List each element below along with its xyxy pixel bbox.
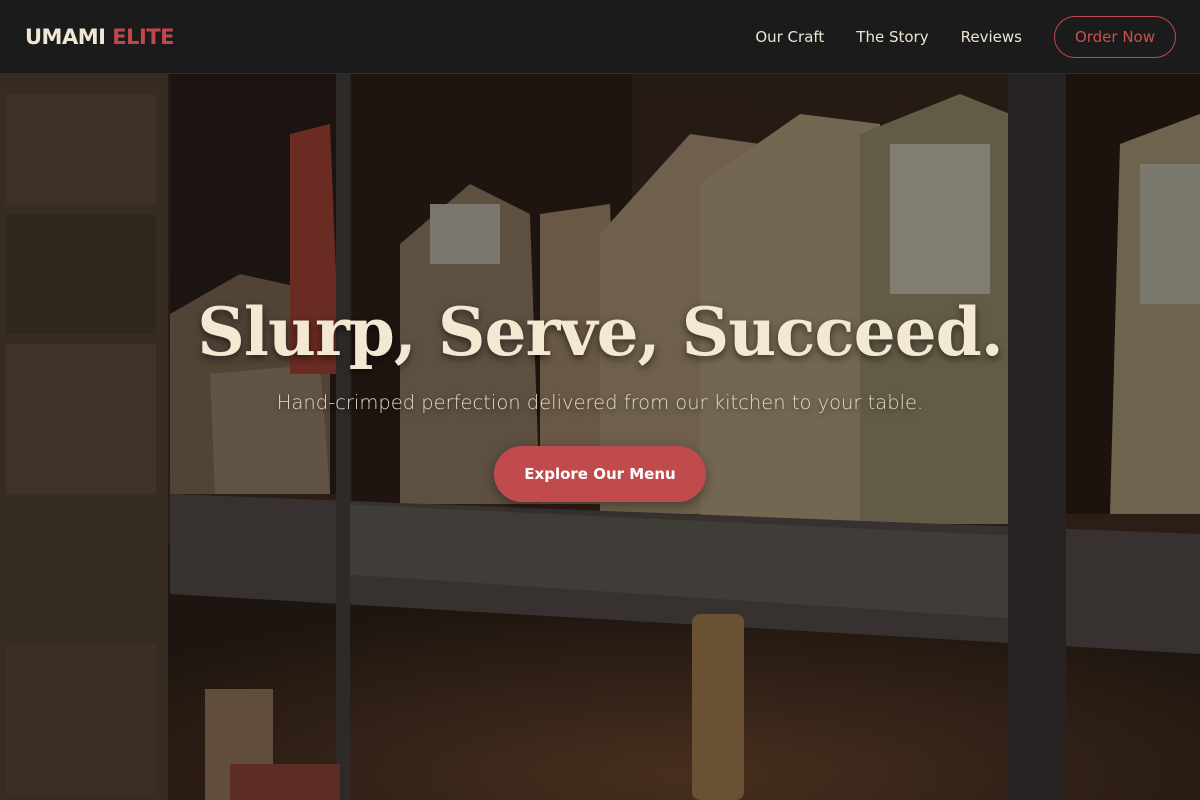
order-now-button[interactable]: Order Now xyxy=(1053,15,1176,58)
main-nav: Our Craft The Story Reviews Order Now xyxy=(723,15,1176,58)
top-navbar: UMAMI ELITE Our Craft The Story Reviews … xyxy=(0,0,1200,74)
hero-section: Slurp, Serve, Succeed. Hand-crimped perf… xyxy=(0,74,1200,800)
hero-content: Slurp, Serve, Succeed. Hand-crimped perf… xyxy=(0,74,1200,800)
brand-name-primary: UMAMI xyxy=(25,24,106,49)
nav-link-the-story[interactable]: The Story xyxy=(856,28,928,46)
hero-subtitle: Hand-crimped perfection delivered from o… xyxy=(276,391,924,414)
explore-menu-button[interactable]: Explore Our Menu xyxy=(494,446,706,502)
brand-logo[interactable]: UMAMI ELITE xyxy=(25,25,174,49)
brand-name-accent: ELITE xyxy=(112,24,174,49)
nav-link-our-craft[interactable]: Our Craft xyxy=(755,28,824,46)
nav-link-reviews[interactable]: Reviews xyxy=(961,28,1022,46)
hero-title: Slurp, Serve, Succeed. xyxy=(197,293,1003,371)
